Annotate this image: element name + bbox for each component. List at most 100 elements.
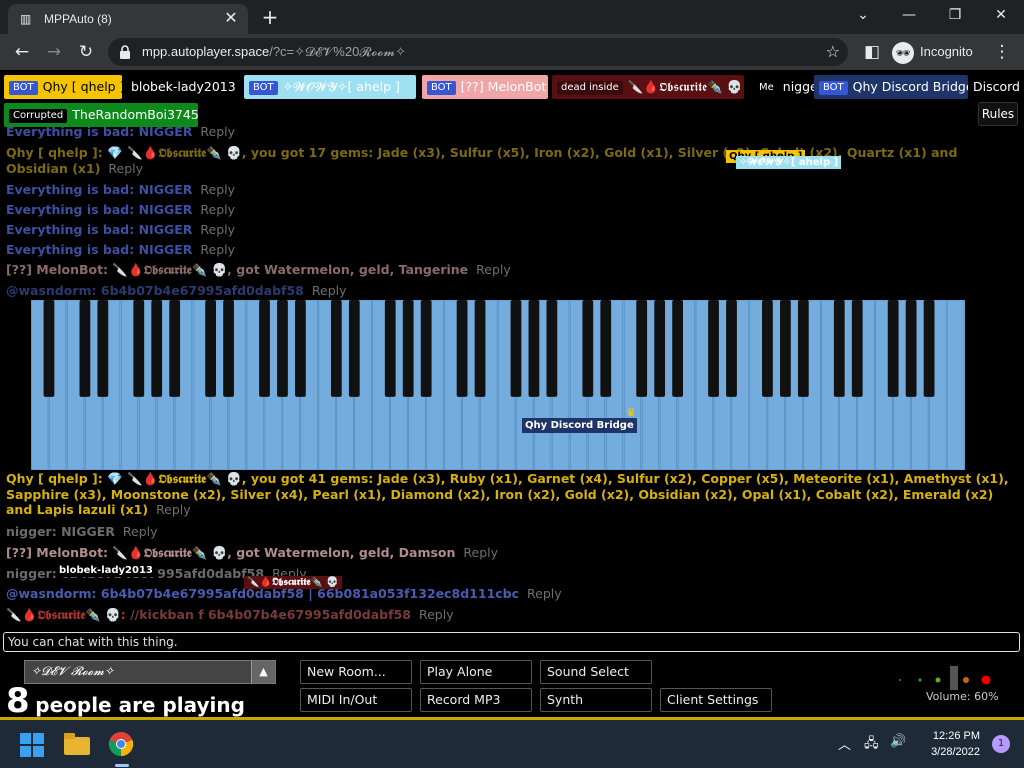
taskbar-clock[interactable]: 12:26 PM 3/28/2022 [931, 728, 980, 760]
reply-link[interactable]: Reply [123, 524, 158, 539]
restore-icon[interactable]: ❐ [940, 4, 970, 26]
black-key[interactable] [708, 300, 719, 397]
player-badge[interactable]: Me nigger [750, 75, 823, 99]
black-key[interactable] [600, 300, 612, 397]
black-key[interactable] [905, 300, 917, 397]
back-icon[interactable]: ← [10, 40, 34, 64]
play-alone-button[interactable]: Play Alone [420, 660, 532, 684]
rules-button[interactable]: Rules [978, 102, 1018, 126]
black-key[interactable] [205, 300, 217, 397]
window-close-icon[interactable]: ✕ [986, 4, 1016, 26]
synth-button[interactable]: Synth [540, 688, 652, 712]
black-key[interactable] [851, 300, 863, 397]
chat-author[interactable]: 🔪🩸𝕺𝖇𝖘𝖈𝖚𝖗𝖎𝖙𝖊✒️ 💀: [6, 607, 130, 622]
forward-icon[interactable]: → [42, 40, 66, 64]
black-key[interactable] [259, 300, 270, 397]
chat-author[interactable]: Everything is bad: [6, 222, 139, 237]
chrome-icon[interactable] [108, 731, 134, 757]
reply-link[interactable]: Reply [527, 586, 562, 601]
new-tab-icon[interactable]: + [258, 6, 282, 28]
white-key[interactable] [947, 300, 965, 470]
minimize-icon[interactable]: — [894, 4, 924, 26]
black-key[interactable] [654, 300, 666, 397]
black-key[interactable] [348, 300, 360, 397]
menu-kebab-icon[interactable]: ⋮ [990, 40, 1014, 64]
chat-author[interactable]: Qhy [ qhelp ]: [6, 145, 107, 160]
black-key[interactable] [223, 300, 234, 397]
reply-link[interactable]: Reply [200, 182, 235, 197]
reload-icon[interactable]: ↻ [74, 40, 98, 64]
reply-link[interactable]: Reply [463, 545, 498, 560]
network-icon[interactable]: 🖧 [864, 734, 879, 756]
black-key[interactable] [923, 300, 935, 397]
player-badge[interactable]: BOT [??] MelonBot [422, 75, 548, 99]
black-key[interactable] [887, 300, 899, 397]
player-badge[interactable]: Corrupted TheRandomBoi3745 [4, 103, 199, 127]
tab-close-icon[interactable]: ✕ [222, 9, 240, 27]
room-dropdown-arrow-icon[interactable]: ▲ [251, 661, 275, 683]
chat-author[interactable]: Everything is bad: [6, 202, 139, 217]
black-key[interactable] [510, 300, 522, 397]
reply-link[interactable]: Reply [108, 161, 143, 176]
player-badge[interactable]: BOT Qhy Discord Bridge [814, 75, 974, 99]
midi-button[interactable]: MIDI In/Out [300, 688, 412, 712]
tray-chevron-icon[interactable]: ︿ [838, 734, 851, 753]
black-key[interactable] [456, 300, 468, 397]
chat-author[interactable]: Everything is bad: [6, 182, 139, 197]
black-key[interactable] [833, 300, 845, 397]
chat-author[interactable]: nigger: [6, 566, 61, 581]
new-room-button[interactable]: New Room... [300, 660, 412, 684]
black-key[interactable] [169, 300, 181, 397]
reply-link[interactable]: Reply [200, 242, 235, 257]
reply-link[interactable]: Reply [476, 262, 511, 277]
chat-author[interactable]: Qhy [ qhelp ]: [6, 471, 107, 486]
chat-author[interactable]: [??] MelonBot: [6, 545, 112, 560]
speaker-icon[interactable]: 🔊 [890, 734, 906, 749]
black-key[interactable] [780, 300, 791, 397]
piano-keyboard[interactable] [31, 300, 965, 470]
chat-author[interactable]: @wasndorm: [6, 586, 101, 601]
black-key[interactable] [384, 300, 396, 397]
black-key[interactable] [528, 300, 540, 397]
black-key[interactable] [277, 300, 288, 397]
black-key[interactable] [295, 300, 306, 397]
reply-link[interactable]: Reply [419, 607, 454, 622]
black-key[interactable] [546, 300, 558, 397]
black-key[interactable] [797, 300, 809, 397]
file-explorer-icon[interactable] [64, 733, 90, 755]
room-select[interactable]: ✧𝓓𝓔𝓥 𝓡𝓸𝓸𝓶✧ ▲ [24, 660, 276, 684]
side-panel-icon[interactable]: ◧ [860, 40, 884, 64]
reply-link[interactable]: Reply [312, 283, 347, 298]
tab-search-icon[interactable]: ⌄ [848, 4, 878, 26]
player-badge[interactable]: dead inside 🔪🩸𝕺𝖇𝖘𝖈𝖚𝖗𝖎𝖙𝖊✒️ 💀 [552, 75, 744, 99]
black-key[interactable] [79, 300, 91, 397]
black-key[interactable] [97, 300, 109, 397]
sound-select-button[interactable]: Sound Select [540, 660, 652, 684]
black-key[interactable] [402, 300, 414, 397]
chat-input[interactable]: You can chat with this thing. [3, 632, 1020, 652]
chat-author[interactable]: [??] MelonBot: [6, 262, 112, 277]
player-badge[interactable]: Discord [968, 75, 1020, 99]
chat-author[interactable]: Everything is bad: [6, 242, 139, 257]
black-key[interactable] [420, 300, 432, 397]
black-key[interactable] [636, 300, 648, 397]
reply-link[interactable]: Reply [200, 202, 235, 217]
address-bar[interactable]: mpp.autoplayer.space/?c=✧𝓓𝓔𝓥%20𝓡𝓸𝓸𝓶✧ ☆ [108, 38, 848, 66]
player-badge[interactable]: blobek-lady2013 [126, 75, 236, 99]
black-key[interactable] [151, 300, 163, 397]
black-key[interactable] [474, 300, 486, 397]
notification-badge[interactable]: 1 [992, 735, 1010, 753]
volume-control[interactable]: Volume: 60% [896, 662, 1006, 706]
black-key[interactable] [726, 300, 737, 397]
black-key[interactable] [582, 300, 594, 397]
windows-start-icon[interactable] [20, 733, 44, 757]
record-mp3-button[interactable]: Record MP3 [420, 688, 532, 712]
bookmark-star-icon[interactable]: ☆ [826, 42, 840, 61]
incognito-indicator[interactable]: 🕶 Incognito [892, 40, 973, 64]
black-key[interactable] [133, 300, 145, 397]
chat-author[interactable]: @wasndorm: [6, 283, 101, 298]
client-settings-button[interactable]: Client Settings [660, 688, 772, 712]
black-key[interactable] [762, 300, 773, 397]
reply-link[interactable]: Reply [156, 502, 191, 517]
player-badge[interactable]: BOT Qhy [ qhelp ] [4, 75, 124, 99]
